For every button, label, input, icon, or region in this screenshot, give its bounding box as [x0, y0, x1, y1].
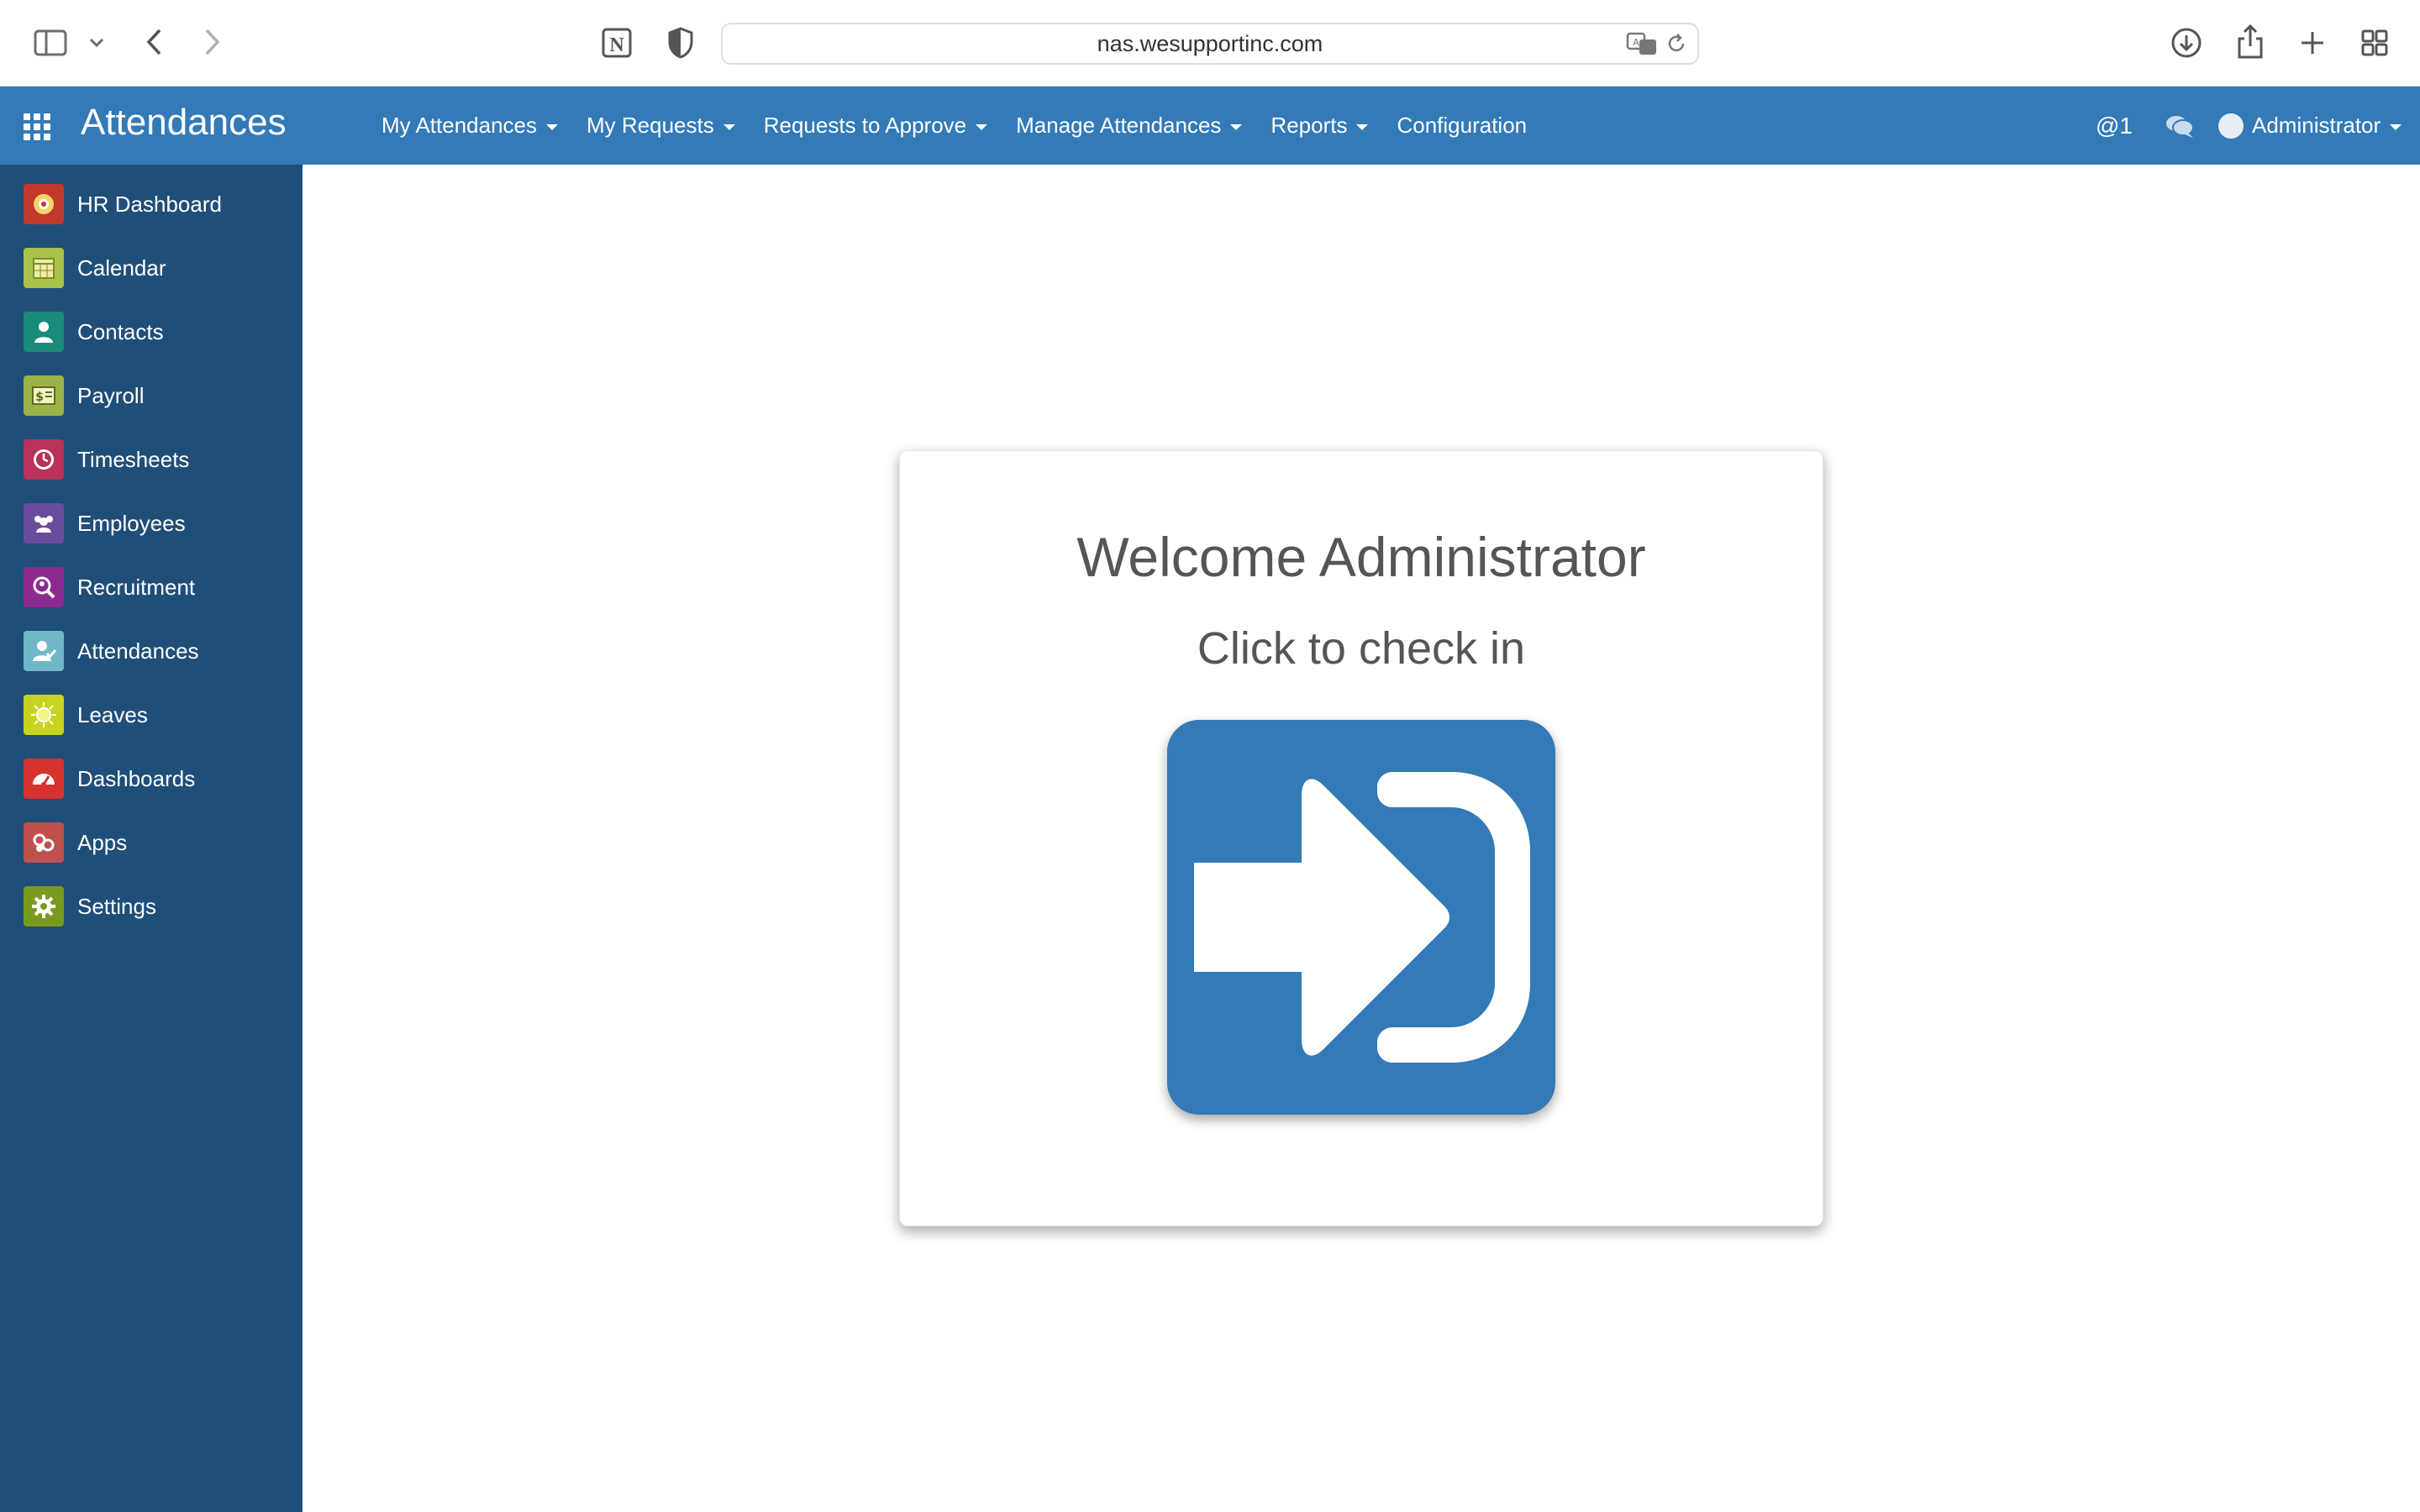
sidebar-item-payroll[interactable]: $ Payroll [0, 364, 302, 428]
user-menu[interactable]: Administrator [2218, 87, 2402, 165]
sidebar-toggle-icon[interactable] [34, 29, 67, 57]
menu-label: My Requests [587, 113, 714, 138]
caret-down-icon [976, 123, 988, 130]
sidebar-item-label: Settings [77, 893, 156, 919]
caret-down-icon [1356, 123, 1369, 130]
sidebar-item-calendar[interactable]: Calendar [0, 236, 302, 300]
timesheets-icon [24, 439, 64, 480]
check-in-button[interactable] [1167, 720, 1555, 1115]
sidebar-item-label: Recruitment [77, 574, 196, 600]
sidebar-item-dashboards[interactable]: Dashboards [0, 747, 302, 811]
attendances-icon [24, 631, 64, 671]
sidebar-item-apps[interactable]: Apps [0, 811, 302, 874]
chevron-down-icon[interactable] [87, 34, 106, 52]
main-menu: My Attendances My Requests Requests to A… [381, 87, 1555, 165]
app-switcher-icon[interactable] [24, 113, 52, 140]
url-text: nas.wesupportinc.com [1097, 30, 1323, 56]
caret-down-icon [546, 123, 558, 130]
apps-icon [24, 822, 64, 863]
sidebar-item-label: Contacts [77, 318, 164, 344]
chat-icon[interactable] [2165, 87, 2195, 165]
menu-my-requests[interactable]: My Requests [587, 113, 735, 139]
menu-label: Reports [1270, 113, 1348, 138]
leaves-icon [24, 695, 64, 735]
shield-icon[interactable] [664, 25, 697, 60]
menu-reports[interactable]: Reports [1270, 113, 1369, 139]
sidebar-item-label: Payroll [77, 382, 145, 408]
sidebar-item-timesheets[interactable]: Timesheets [0, 428, 302, 491]
browser-toolbar: N nas.wesupportinc.com A [0, 0, 2420, 87]
back-icon[interactable] [141, 25, 166, 59]
share-icon[interactable] [2233, 22, 2267, 60]
translate-icon[interactable]: A [1625, 29, 1659, 58]
address-bar[interactable]: nas.wesupportinc.com A [721, 23, 1699, 65]
svg-text:$: $ [35, 391, 44, 404]
app-title: Attendances [81, 102, 287, 143]
sidebar-item-label: Attendances [77, 638, 199, 664]
app-navbar: Attendances My Attendances My Requests R… [0, 87, 2420, 165]
menu-requests-to-approve[interactable]: Requests to Approve [763, 113, 988, 139]
menu-label: Requests to Approve [763, 113, 967, 138]
sidebar: HR Dashboard Calendar Contacts $ Payroll… [0, 165, 302, 1512]
avatar [2218, 113, 2244, 139]
notion-icon[interactable]: N [600, 25, 635, 60]
sidebar-item-settings[interactable]: Settings [0, 874, 302, 938]
forward-icon[interactable] [200, 25, 225, 59]
payroll-icon: $ [24, 375, 64, 416]
sidebar-item-recruitment[interactable]: Recruitment [0, 555, 302, 619]
caret-down-icon [723, 123, 735, 130]
hr-dashboard-icon [24, 184, 64, 224]
sidebar-item-label: Calendar [77, 255, 166, 281]
caret-down-icon [2390, 123, 2402, 130]
user-name: Administrator [2252, 113, 2381, 138]
sidebar-item-leaves[interactable]: Leaves [0, 683, 302, 747]
calendar-icon [24, 248, 64, 288]
sidebar-item-attendances[interactable]: Attendances [0, 619, 302, 683]
mentions-count: @1 [2096, 112, 2133, 139]
menu-label: Manage Attendances [1016, 113, 1222, 138]
check-in-card: Welcome Administrator Click to check in [899, 450, 1823, 1226]
menu-configuration[interactable]: Configuration [1397, 113, 1527, 139]
new-tab-icon[interactable] [2296, 25, 2329, 60]
sidebar-item-label: Apps [77, 829, 128, 855]
check-in-instruction: Click to check in [1197, 623, 1526, 674]
reload-icon[interactable] [1664, 31, 1689, 56]
menu-label: My Attendances [381, 113, 537, 138]
mentions-indicator[interactable]: @1 [2096, 87, 2133, 165]
employees-icon [24, 503, 64, 543]
sidebar-item-employees[interactable]: Employees [0, 491, 302, 555]
settings-icon [24, 886, 64, 927]
sidebar-item-label: Employees [77, 510, 186, 536]
contacts-icon [24, 312, 64, 352]
dashboards-icon [24, 759, 64, 799]
sidebar-item-contacts[interactable]: Contacts [0, 300, 302, 364]
svg-text:A: A [1633, 37, 1639, 48]
menu-label: Configuration [1397, 113, 1528, 138]
tab-overview-icon[interactable] [2358, 25, 2391, 60]
sidebar-item-label: Timesheets [77, 446, 190, 472]
recruitment-icon [24, 567, 64, 607]
svg-text:N: N [609, 34, 624, 56]
sidebar-item-label: HR Dashboard [77, 191, 222, 217]
sign-in-icon [1194, 772, 1530, 1063]
menu-my-attendances[interactable]: My Attendances [381, 113, 558, 139]
menu-manage-attendances[interactable]: Manage Attendances [1016, 113, 1243, 139]
download-icon[interactable] [2170, 25, 2203, 60]
caret-down-icon [1230, 123, 1243, 130]
sidebar-item-label: Leaves [77, 701, 148, 727]
welcome-heading: Welcome Administrator [1076, 526, 1646, 588]
sidebar-item-hr-dashboard[interactable]: HR Dashboard [0, 172, 302, 236]
sidebar-item-label: Dashboards [77, 765, 196, 791]
